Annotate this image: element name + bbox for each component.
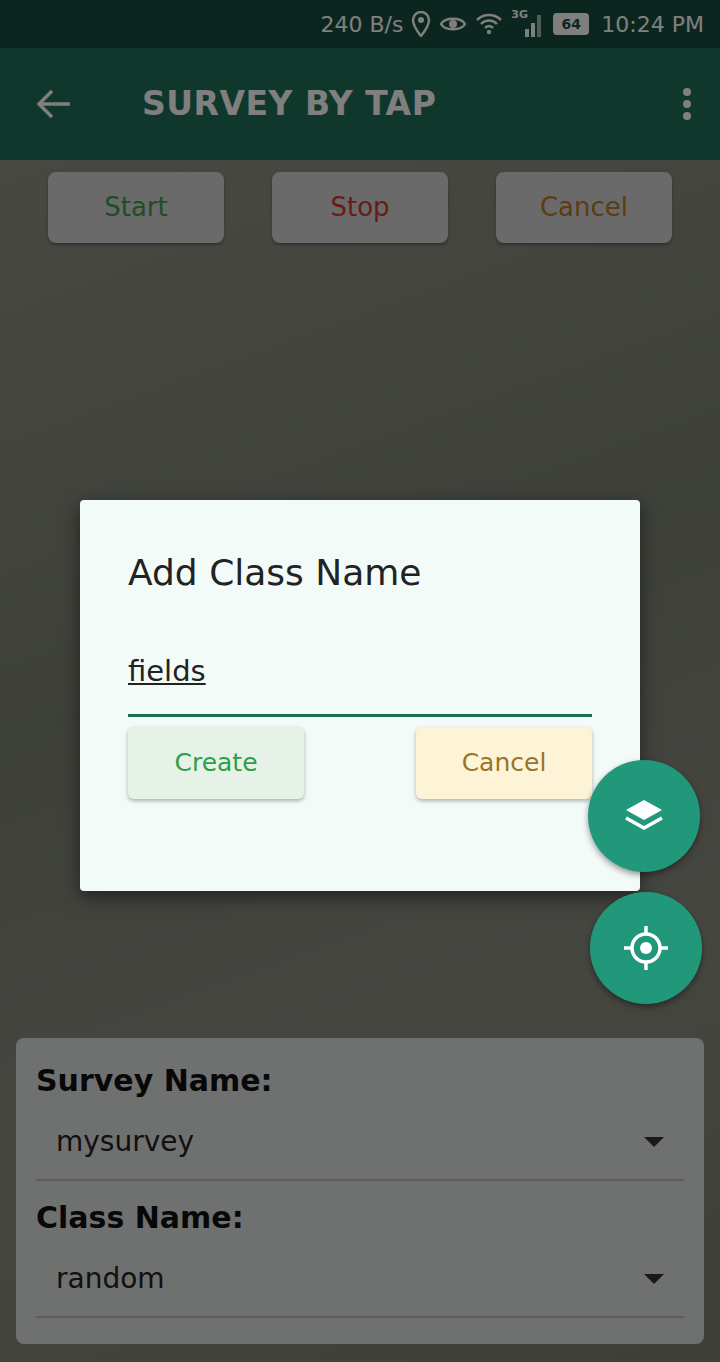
my-location-button[interactable] (590, 892, 702, 1004)
dialog-title: Add Class Name (128, 546, 592, 600)
layers-button[interactable] (588, 760, 700, 872)
dialog-buttons: Create Cancel (128, 727, 592, 799)
class-name-input[interactable] (128, 650, 592, 717)
add-class-dialog: Add Class Name Create Cancel (80, 500, 640, 891)
app-screen: 240 B/s3G6410:24 PMSURVEY BY TAPStartSto… (0, 0, 720, 1362)
dialog-button[interactable]: Create (128, 727, 304, 799)
modal-backdrop-overlay: Add Class Name Create Cancel (0, 0, 720, 1362)
layers-icon[interactable] (622, 794, 666, 838)
dialog-button[interactable]: Cancel (416, 727, 592, 799)
crosshair-icon[interactable] (622, 924, 670, 972)
